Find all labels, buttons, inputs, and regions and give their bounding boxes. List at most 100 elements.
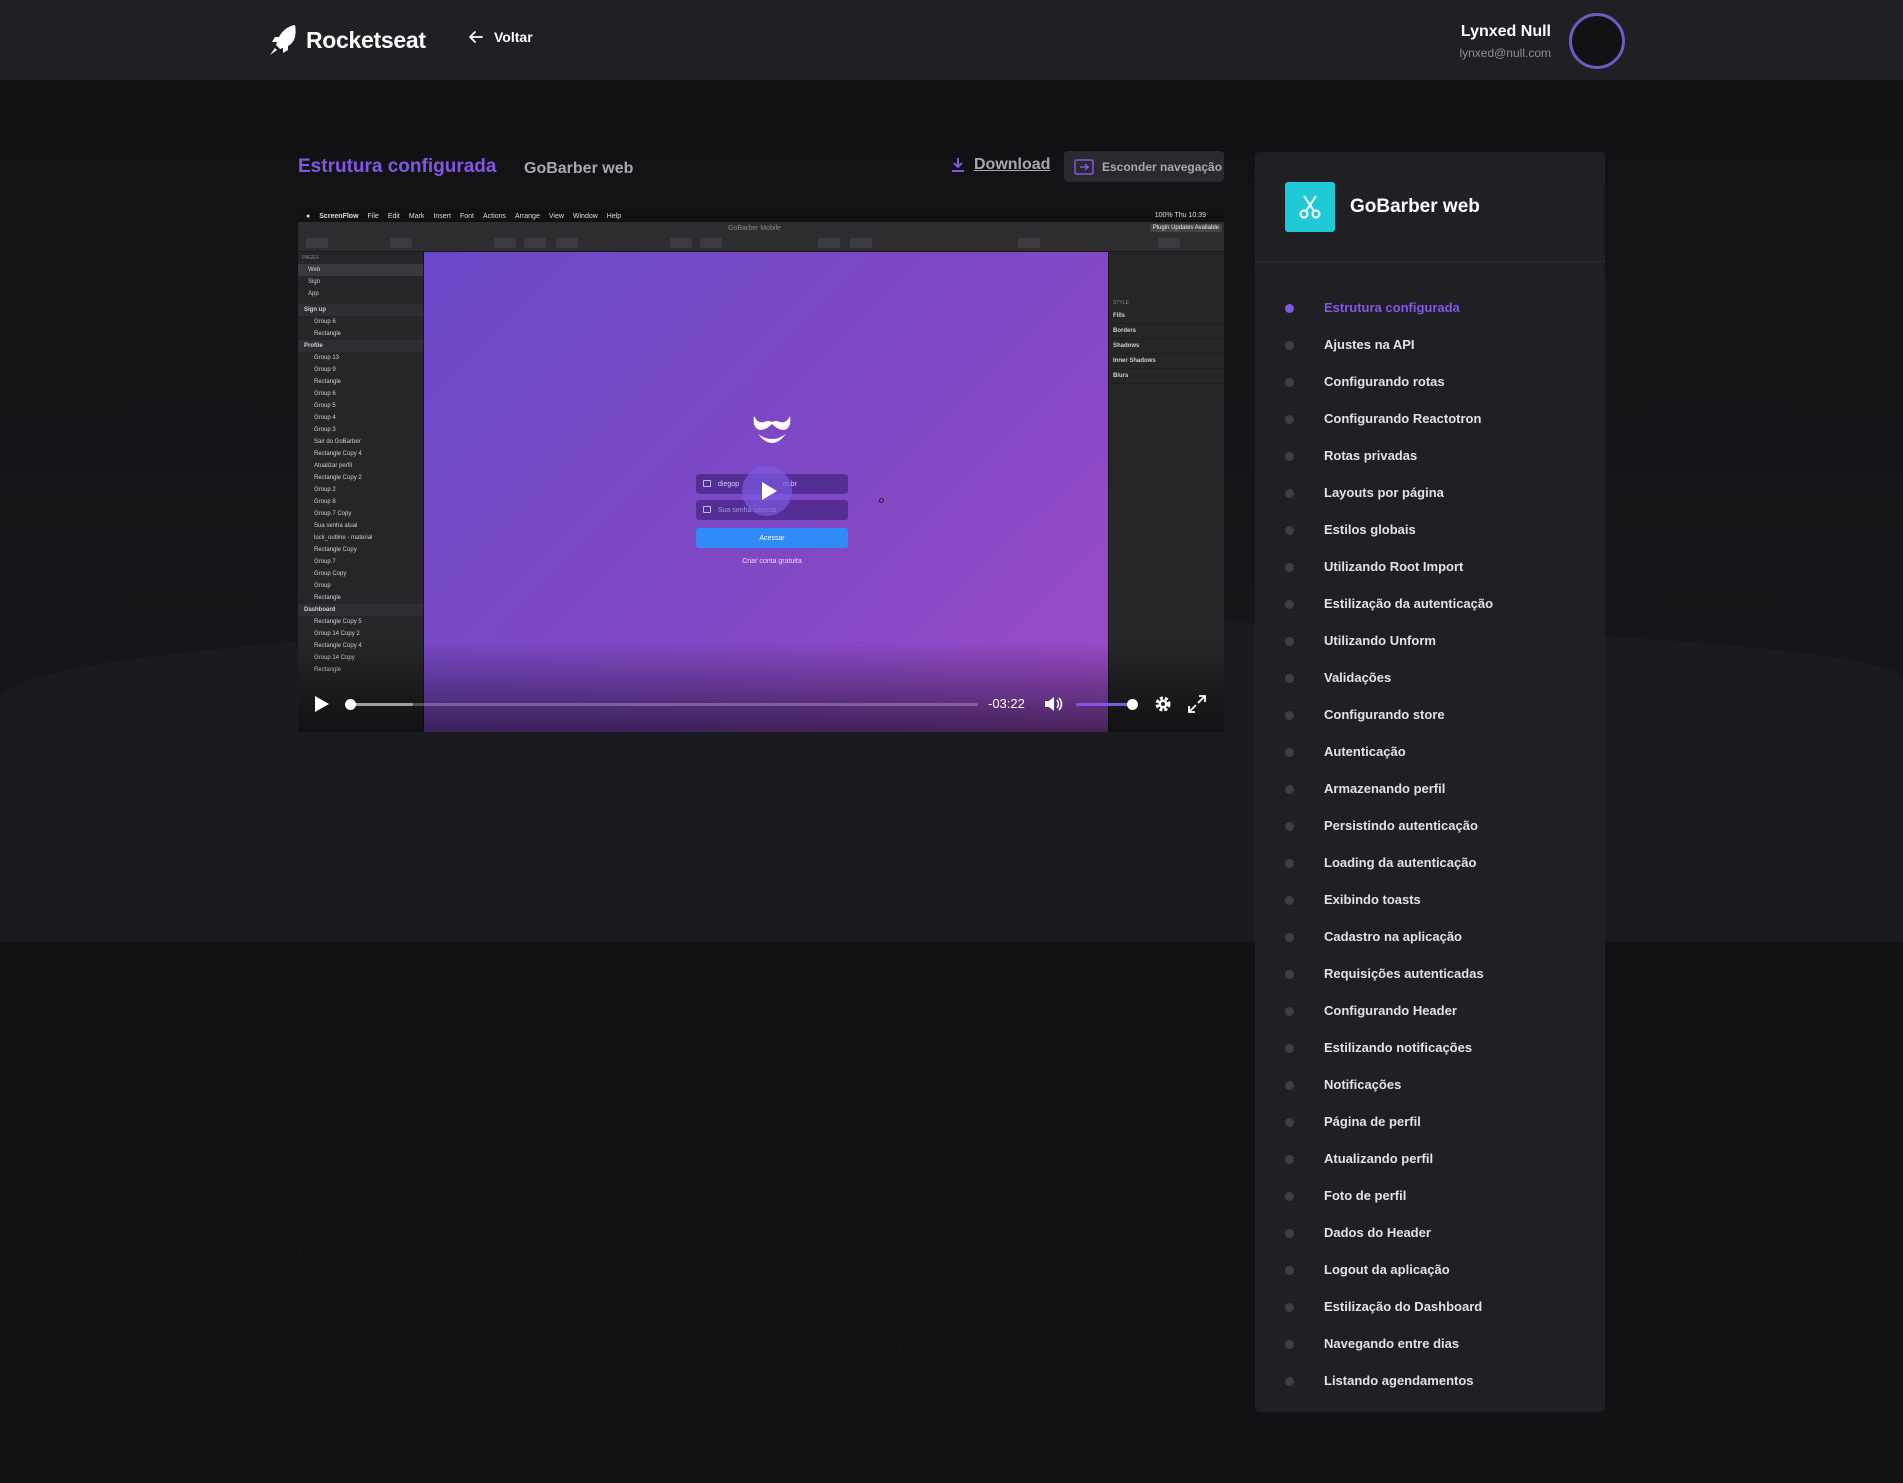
video-frame-layer: Atualizar perfil — [314, 463, 353, 469]
video-frame-tool — [524, 238, 546, 248]
lesson-status-dot-icon — [1285, 1192, 1294, 1201]
progress-buffered — [350, 703, 413, 706]
video-frame-layer: Group 7 — [314, 559, 336, 565]
lesson-item[interactable]: Requisições autenticadas — [1255, 955, 1605, 992]
lesson-label: Estilização da autenticação — [1324, 596, 1494, 611]
lesson-item[interactable]: Atualizando perfil — [1255, 1140, 1605, 1177]
lesson-item[interactable]: Estilizando notificações — [1255, 1029, 1605, 1066]
lesson-label: Utilizando Root Import — [1324, 559, 1464, 574]
lesson-label: Autenticação — [1324, 744, 1406, 759]
user-email: lynxed@null.com — [1459, 45, 1551, 60]
course-icon — [1285, 181, 1335, 232]
lesson-item[interactable]: Utilizando Unform — [1255, 622, 1605, 659]
video-frame-toolbar: GoBarber Mobile Plugin Updates Available — [298, 222, 1224, 252]
lesson-item[interactable]: Rotas privadas — [1255, 437, 1605, 474]
video-frame-layer: Group 5 — [314, 403, 336, 409]
lesson-item[interactable]: Configurando rotas — [1255, 363, 1605, 400]
download-icon — [952, 158, 964, 172]
lesson-status-dot-icon — [1285, 933, 1294, 942]
download-button[interactable]: Download — [950, 156, 1050, 174]
lesson-item[interactable]: Loading da autenticação — [1255, 844, 1605, 881]
lesson-status-dot-icon — [1285, 415, 1294, 424]
lesson-item[interactable]: Página de perfil — [1255, 1103, 1605, 1140]
lesson-label: Layouts por página — [1324, 485, 1444, 500]
volume-slider[interactable] — [1076, 699, 1138, 710]
lesson-item[interactable]: Validações — [1255, 659, 1605, 696]
sidebar-collapse-icon — [1074, 158, 1094, 175]
video-frame-tool — [1158, 238, 1180, 248]
lesson-item[interactable]: Layouts por página — [1255, 474, 1605, 511]
lesson-status-dot-icon — [1285, 896, 1294, 905]
avatar[interactable] — [1569, 13, 1625, 69]
video-frame-layer: Group 6 — [314, 319, 336, 325]
lesson-item[interactable]: Foto de perfil — [1255, 1177, 1605, 1214]
volume-handle[interactable] — [1126, 699, 1138, 710]
video-frame-inspector-row: Shadows — [1109, 339, 1224, 354]
lesson-item[interactable]: Configurando Reactotron — [1255, 400, 1605, 437]
lesson-item[interactable]: Estrutura configurada — [1255, 289, 1605, 326]
lesson-item[interactable]: Estilos globais — [1255, 511, 1605, 548]
lesson-status-dot-icon — [1285, 1007, 1294, 1016]
video-frame-layer: Group Copy — [314, 571, 347, 577]
lesson-item[interactable]: Estilização da autenticação — [1255, 585, 1605, 622]
big-play-button[interactable] — [742, 466, 792, 516]
lesson-item[interactable]: Configurando store — [1255, 696, 1605, 733]
lesson-label: Cadastro na aplicação — [1324, 929, 1462, 944]
lesson-item[interactable]: Configurando Header — [1255, 992, 1605, 1029]
lesson-item[interactable]: Autenticação — [1255, 733, 1605, 770]
lesson-list: Estrutura configurada Ajustes na API Confi… — [1255, 289, 1605, 1399]
video-player[interactable]: ● ScreenFlow File Edit Mark Insert Font … — [298, 210, 1224, 732]
lesson-item[interactable]: Dados do Header — [1255, 1214, 1605, 1251]
user-info: Lynxed Null lynxed@null.com — [1459, 23, 1551, 60]
lesson-item[interactable]: Logout da aplicação — [1255, 1251, 1605, 1288]
play-icon — [761, 482, 777, 500]
video-frame-page: App — [308, 291, 319, 297]
lesson-label: Configurando Header — [1324, 1003, 1457, 1018]
play-button[interactable] — [314, 695, 330, 713]
video-frame-menubar: ● ScreenFlow File Edit Mark Insert Font … — [298, 210, 1224, 222]
video-frame-layer: Group 3 — [314, 427, 336, 433]
settings-gear-icon[interactable] — [1154, 695, 1172, 713]
video-frame-inspector-row: Borders — [1109, 324, 1224, 339]
volume-icon[interactable] — [1044, 695, 1064, 713]
video-frame-layer: Group — [314, 583, 331, 589]
brand-logo[interactable]: Rocketseat — [268, 22, 426, 58]
progress-bar[interactable] — [345, 699, 978, 710]
arrow-left-icon — [469, 31, 483, 43]
lesson-item[interactable]: Cadastro na aplicação — [1255, 918, 1605, 955]
video-frame-tool — [850, 238, 872, 248]
lesson-status-dot-icon — [1285, 378, 1294, 387]
video-frame-tool — [494, 238, 516, 248]
lesson-item[interactable]: Notificações — [1255, 1066, 1605, 1103]
lesson-item[interactable]: Ajustes na API — [1255, 326, 1605, 363]
lesson-label: Atualizando perfil — [1324, 1151, 1434, 1166]
lesson-label: Estilização do Dashboard — [1324, 1299, 1483, 1314]
lesson-label: Rotas privadas — [1324, 448, 1418, 463]
lesson-item[interactable]: Armazenando perfil — [1255, 770, 1605, 807]
user-menu[interactable]: Lynxed Null lynxed@null.com — [1459, 13, 1625, 69]
progress-handle[interactable] — [345, 699, 356, 710]
course-sidebar: GoBarber web Estrutura configurada Ajuste… — [1255, 152, 1605, 1412]
lesson-item[interactable]: Persistindo autenticação — [1255, 807, 1605, 844]
lesson-item[interactable]: Utilizando Root Import — [1255, 548, 1605, 585]
video-frame-page: Web — [298, 264, 423, 276]
video-frame-menu: Window — [572, 212, 598, 220]
hide-navigation-button[interactable]: Esconder navegação — [1064, 151, 1224, 182]
lesson-item[interactable]: Navegando entre dias — [1255, 1325, 1605, 1362]
lesson-status-dot-icon — [1285, 1155, 1294, 1164]
lesson-item[interactable]: Listando agendamentos — [1255, 1362, 1605, 1399]
top-bar: Rocketseat Voltar Lynxed Null lynxed@nul… — [0, 0, 1903, 80]
lesson-item[interactable]: Exibindo toasts — [1255, 881, 1605, 918]
fullscreen-icon[interactable] — [1188, 695, 1206, 713]
user-name: Lynxed Null — [1460, 22, 1551, 40]
lesson-item[interactable]: Estilização do Dashboard — [1255, 1288, 1605, 1325]
video-frame-status: 100% Thu 10:39 — [1155, 212, 1206, 219]
video-frame-inspector-row: Inner Shadows — [1109, 354, 1224, 369]
lesson-label: Armazenando perfil — [1324, 781, 1446, 796]
video-frame-tool — [700, 238, 722, 248]
lesson-status-dot-icon — [1285, 637, 1294, 646]
controls-overlay — [298, 642, 1224, 732]
back-button[interactable]: Voltar — [468, 29, 533, 45]
lesson-label: Estilos globais — [1324, 522, 1416, 537]
course-subtitle: GoBarber web — [524, 160, 634, 177]
